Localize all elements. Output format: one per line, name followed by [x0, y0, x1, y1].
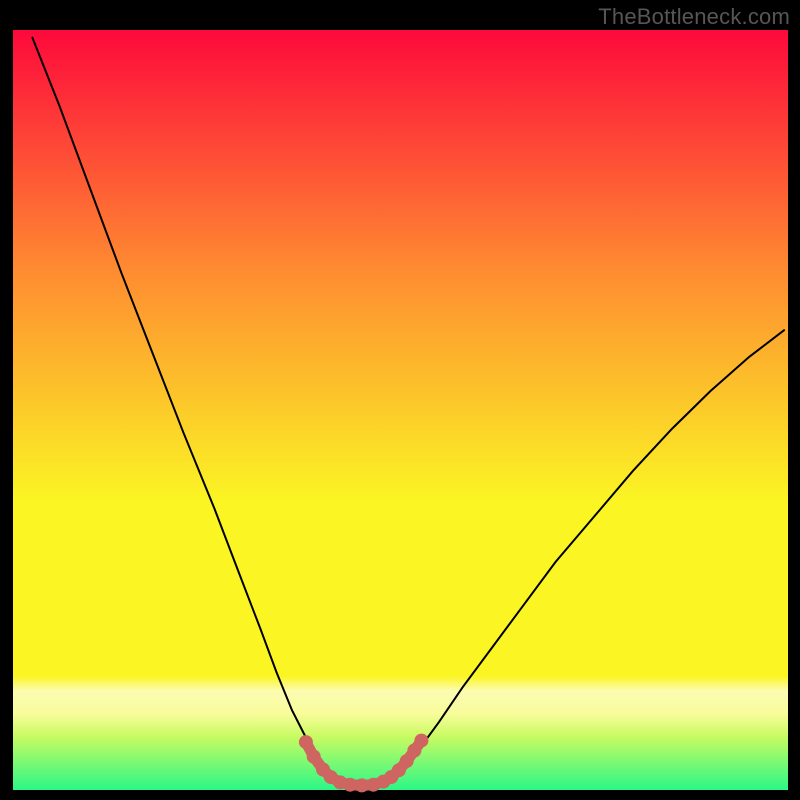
optimal-range-dot	[299, 735, 313, 749]
optimal-range-dot	[414, 734, 428, 748]
chart-frame: { "watermark": "TheBottleneck.com", "col…	[0, 0, 800, 800]
plot-background	[13, 30, 788, 790]
optimal-range-dot	[307, 750, 321, 764]
watermark-text: TheBottleneck.com	[598, 4, 790, 30]
bottleneck-chart	[0, 0, 800, 800]
